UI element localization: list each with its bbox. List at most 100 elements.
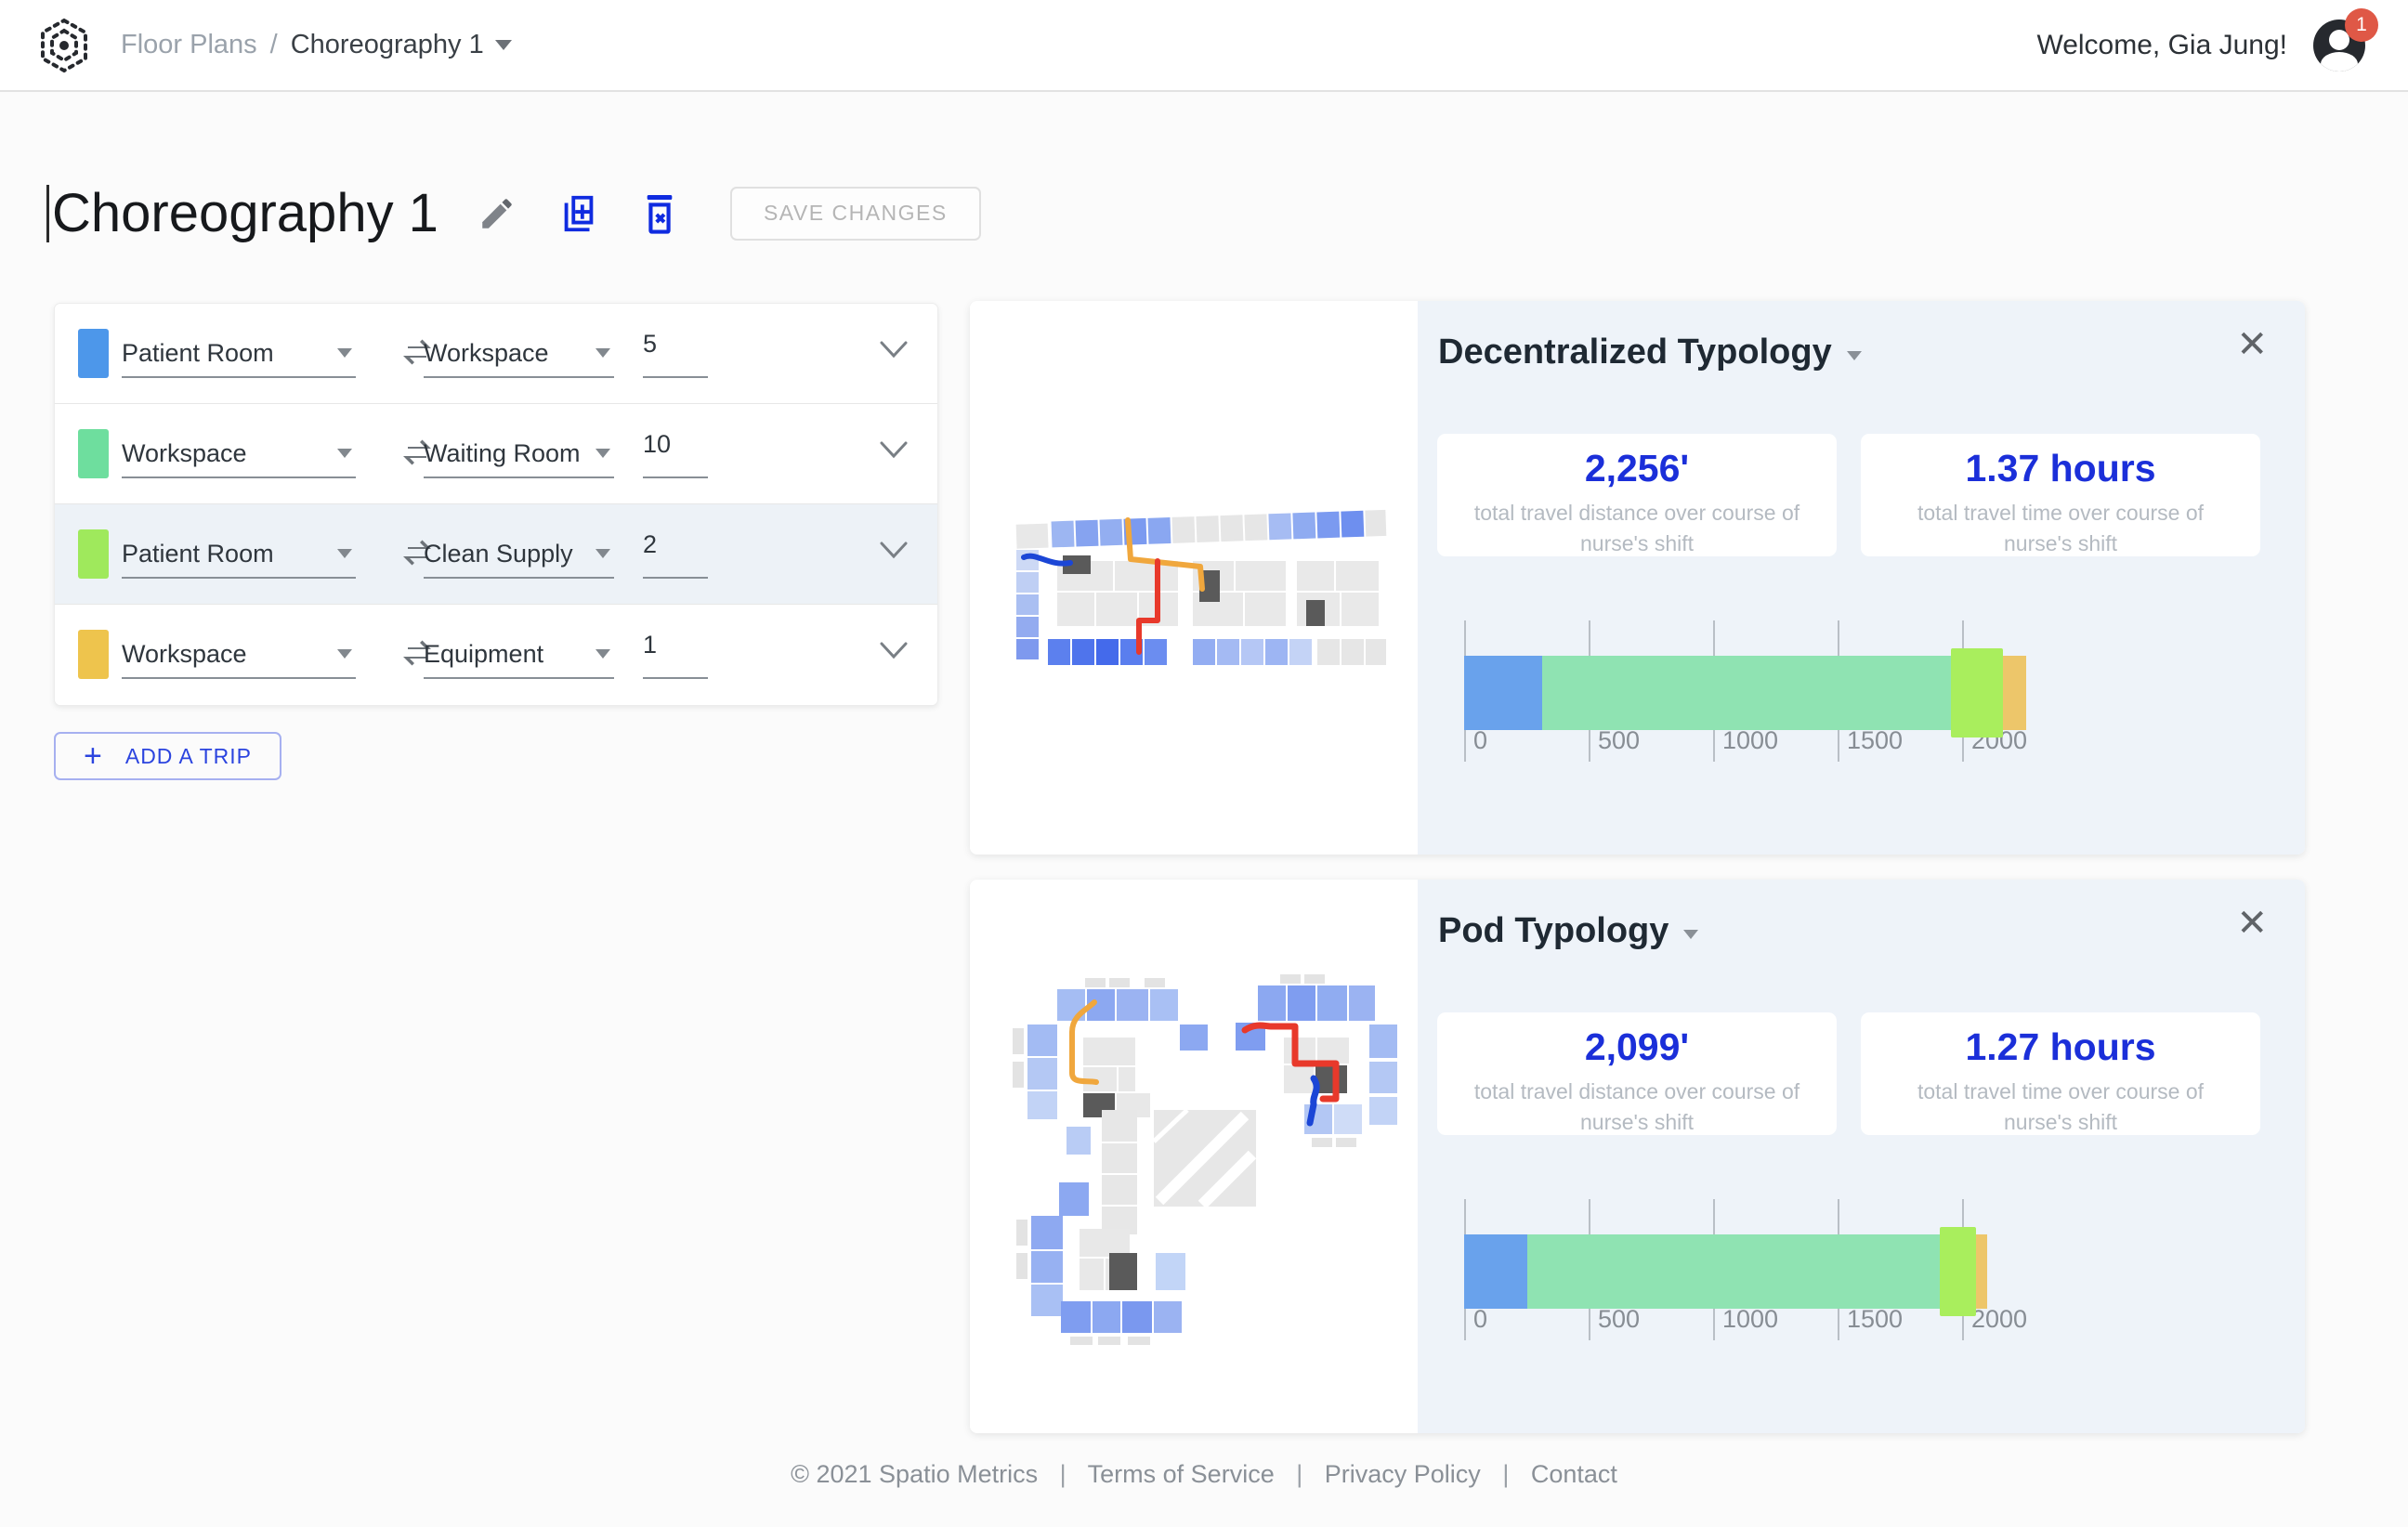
chevron-down-icon [1683,930,1698,939]
trip-row-selected[interactable]: Patient Room Clean Supply 2 [55,504,937,605]
trip-count-input[interactable]: 10 [643,430,708,478]
chevron-down-icon [337,549,352,558]
trip-to-select[interactable]: Clean Supply [424,530,614,579]
breadcrumb-current-dropdown[interactable]: Choreography 1 [291,30,512,60]
chart-segment-patient-room-clean-supply [1951,648,2003,737]
chart-segment-workspace-equipment [1976,1234,1987,1309]
welcome-message: Welcome, Gia Jung! [2036,30,2287,61]
delete-plan-button[interactable] [641,193,678,234]
trip-to-label: Clean Supply [424,540,573,568]
chevron-down-icon [595,649,610,659]
title-row: Choreography 1 SAVE CHANGES [46,182,981,244]
typology-title-dropdown[interactable]: Decentralized Typology [1438,333,1862,372]
typology-title-dropdown[interactable]: Pod Typology [1438,911,1698,951]
stacked-bar [1464,656,2026,730]
time-value: 1.27 hours [1861,1025,2260,1069]
footer-link-terms[interactable]: Terms of Service [1088,1460,1275,1488]
user-avatar[interactable]: 1 [2313,20,2365,72]
trip-row[interactable]: Workspace Equipment 1 [55,605,937,705]
chart-tick-label: 500 [1598,1305,1640,1334]
add-trip-button[interactable]: + ADD A TRIP [54,732,281,780]
typology-info-pane: Pod Typology ✕ 2,099' total travel dista… [1418,880,2305,1433]
chart-tick-label: 500 [1598,726,1640,755]
time-caption: total travel time over course of nurse's… [1884,1077,2237,1139]
chevron-down-icon [337,649,352,659]
chart-tick-label: 2000 [1971,1305,2027,1334]
trip-to-select[interactable]: Waiting Room [424,430,614,478]
trip-row[interactable]: Patient Room Workspace 5 [55,304,937,404]
chart-segment-workspace-waiting-room [1542,656,1951,730]
expand-chevron-icon[interactable] [878,339,910,359]
distance-stat-card: 2,099' total travel distance over course… [1437,1012,1837,1135]
top-navbar: Floor Plans / Choreography 1 Welcome, Gi… [0,0,2408,92]
trip-row[interactable]: Workspace Waiting Room 10 [55,404,937,504]
travel-distance-chart: 0500100015002000 [1464,620,2114,762]
trip-from-label: Patient Room [122,540,274,568]
save-changes-button[interactable]: SAVE CHANGES [730,187,981,241]
footer-link-contact[interactable]: Contact [1531,1460,1617,1488]
chart-tick-label: 0 [1473,1305,1487,1334]
close-card-button[interactable]: ✕ [2236,323,2268,366]
add-trip-label: ADD A TRIP [125,744,252,769]
notification-badge: 1 [2345,8,2378,42]
breadcrumb-separator: / [270,30,278,60]
time-value: 1.37 hours [1861,447,2260,490]
trip-color-swatch [78,329,109,378]
trip-to-label: Equipment [424,640,543,669]
chart-tick-label: 0 [1473,726,1487,755]
trip-count-input[interactable]: 2 [643,530,708,579]
typology-info-pane: Decentralized Typology ✕ 2,256' total tr… [1418,301,2305,855]
close-card-button[interactable]: ✕ [2236,902,2268,945]
chart-segment-workspace-equipment [2003,656,2025,730]
floor-plan-pane [970,301,1418,855]
spatio-metrics-logo-icon[interactable] [37,17,91,74]
trip-count-input[interactable]: 5 [643,330,708,378]
edit-title-button[interactable] [478,194,517,233]
typology-title: Decentralized Typology [1438,333,1832,372]
breadcrumb: Floor Plans / Choreography 1 [121,30,512,60]
distance-caption: total travel distance over course of nur… [1460,498,1813,560]
chart-tick-label: 1000 [1722,726,1778,755]
chevron-down-icon [595,549,610,558]
plan-title-input[interactable]: Choreography 1 [46,182,438,244]
chart-tick-label: 1500 [1847,1305,1903,1334]
travel-distance-chart: 0500100015002000 [1464,1199,2114,1340]
footer-separator: | [1296,1460,1302,1488]
breadcrumb-floor-plans-link[interactable]: Floor Plans [121,30,257,60]
trip-from-select[interactable]: Workspace [122,430,356,478]
trip-from-select[interactable]: Patient Room [122,330,356,378]
chevron-down-icon [337,449,352,458]
trip-to-select[interactable]: Workspace [424,330,614,378]
distance-caption: total travel distance over course of nur… [1460,1077,1813,1139]
typology-title: Pod Typology [1438,911,1669,951]
floor-plan-pod [1005,954,1405,1353]
trip-from-select[interactable]: Workspace [122,631,356,679]
chevron-down-icon [1847,351,1862,360]
floor-plan-pane [970,880,1418,1433]
chart-segment-patient-room-clean-supply [1940,1227,1976,1316]
trip-from-label: Patient Room [122,339,274,368]
duplicate-plan-button[interactable] [557,192,600,235]
expand-chevron-icon[interactable] [878,540,910,560]
chart-tick-label: 1500 [1847,726,1903,755]
trip-color-swatch [78,429,109,478]
time-stat-card: 1.37 hours total travel time over course… [1861,434,2260,556]
breadcrumb-current-label: Choreography 1 [291,30,484,60]
footer-separator: | [1502,1460,1509,1488]
trip-color-swatch [78,630,109,679]
chevron-down-icon [595,449,610,458]
distance-value: 2,099' [1437,1025,1837,1069]
trip-color-swatch [78,529,109,579]
time-caption: total travel time over course of nurse's… [1884,498,2237,560]
chart-segment-workspace-waiting-room [1527,1234,1940,1309]
pencil-icon [478,194,517,233]
expand-chevron-icon[interactable] [878,640,910,660]
time-stat-card: 1.27 hours total travel time over course… [1861,1012,2260,1135]
chart-segment-patient-room-workspace [1464,1234,1527,1309]
trip-to-select[interactable]: Equipment [424,631,614,679]
trip-count-input[interactable]: 1 [643,631,708,679]
footer-link-privacy[interactable]: Privacy Policy [1325,1460,1481,1488]
expand-chevron-icon[interactable] [878,439,910,460]
trip-from-select[interactable]: Patient Room [122,530,356,579]
chevron-down-icon [495,40,512,50]
